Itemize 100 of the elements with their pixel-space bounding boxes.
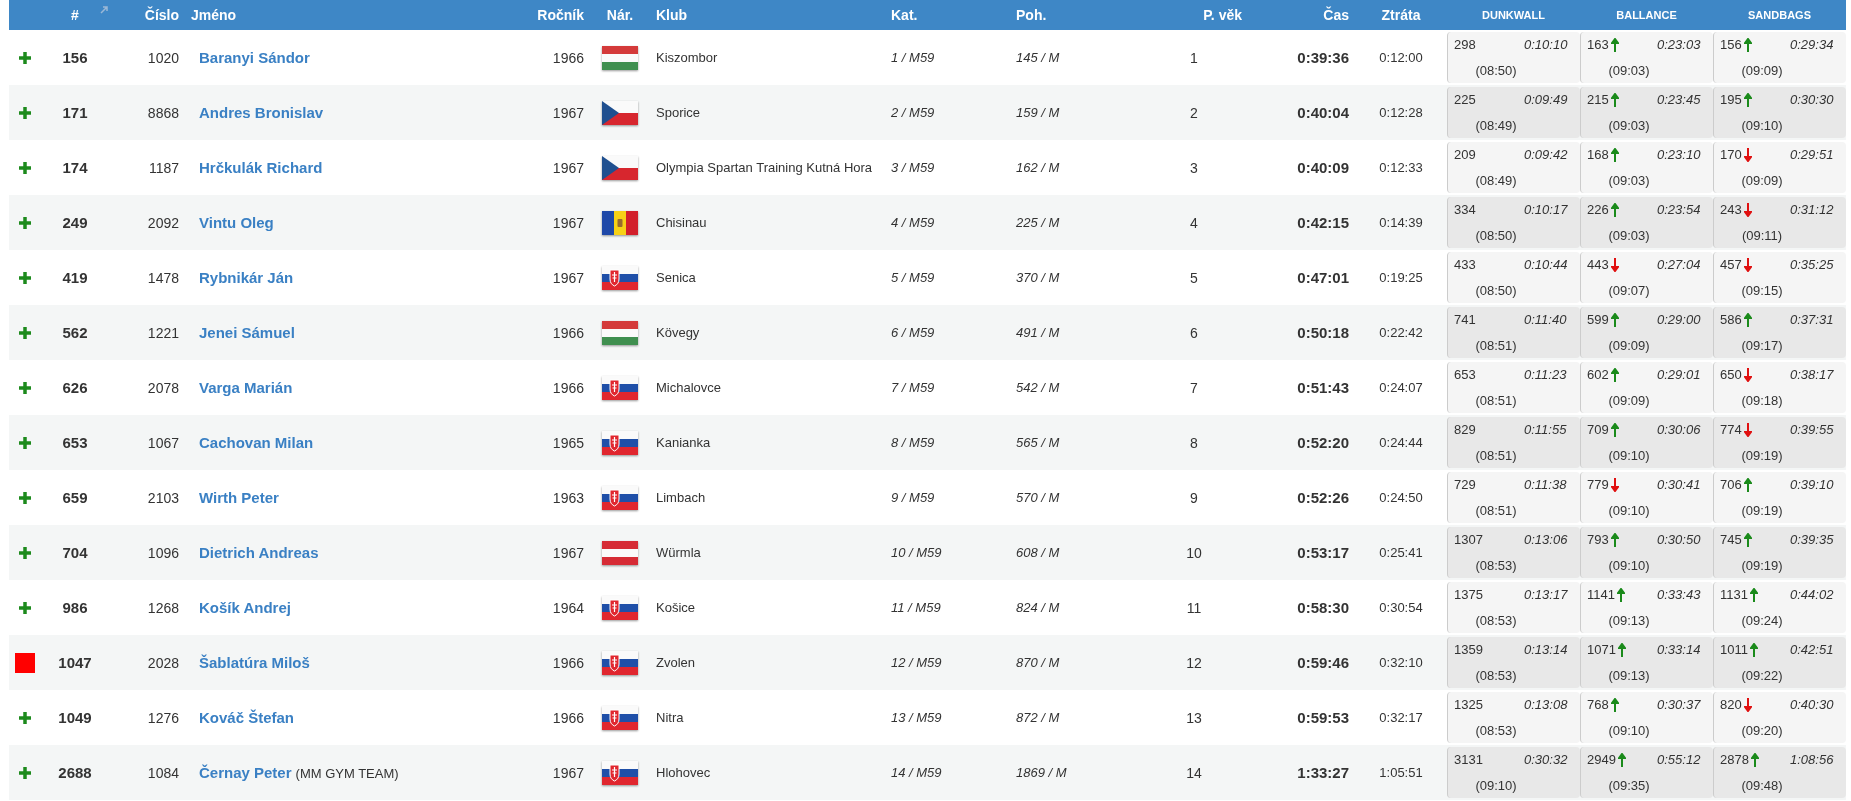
lap-time: (09:03) <box>1607 117 1651 133</box>
split-rank: 706 <box>1720 477 1742 493</box>
bib-number: 1268 <box>146 599 180 616</box>
rank-number: 659 <box>61 489 89 506</box>
column-header: Čas <box>1323 7 1349 23</box>
time-loss: 0:12:28 <box>1378 105 1424 120</box>
split-time: 0:30:50 <box>1656 532 1702 548</box>
birth-year: 1965 <box>551 434 585 451</box>
lap-time: (09:13) <box>1607 612 1651 628</box>
lap-time: (08:51) <box>1474 337 1518 353</box>
lap-time: (09:10) <box>1607 557 1651 573</box>
split-rank: 599 <box>1587 312 1609 328</box>
split-time: 0:11:38 <box>1523 477 1568 493</box>
category-rank: 10 / M59 <box>890 545 943 560</box>
lap-time: (09:03) <box>1607 227 1651 243</box>
name-link[interactable]: Vintu Oleg <box>199 214 274 231</box>
club-name: Kiszombor <box>655 50 719 65</box>
time-loss: 0:22:42 <box>1378 325 1424 340</box>
finish-time: 0:53:17 <box>1296 544 1350 561</box>
bib-number: 1096 <box>146 544 180 561</box>
lap-time: (09:19) <box>1740 502 1784 518</box>
column-header: Poh. <box>1016 7 1047 23</box>
name-link[interactable]: Černay Peter <box>199 764 292 781</box>
split-rank: 1375 <box>1454 587 1483 603</box>
rank-number: 249 <box>61 214 89 231</box>
category-rank: 3 / M59 <box>890 160 936 175</box>
age-rank: 2 <box>1189 104 1199 121</box>
team-name: (MM GYM TEAM) <box>295 766 399 781</box>
time-loss: 0:19:25 <box>1378 270 1424 285</box>
name-link[interactable]: Kováč Štefan <box>199 709 295 726</box>
name-link[interactable]: Varga Marián <box>199 379 293 396</box>
bib-number: 2078 <box>146 379 180 396</box>
split-time: 0:30:30 <box>1789 92 1835 108</box>
split-rank: 586 <box>1720 312 1742 328</box>
lap-time: (08:49) <box>1474 117 1518 133</box>
bib-number: 2092 <box>146 214 180 231</box>
name-link[interactable]: Hrčkulák Richard <box>199 159 323 176</box>
lap-time: (09:19) <box>1740 447 1784 463</box>
lap-time: (08:51) <box>1474 447 1518 463</box>
name-link[interactable]: Šablatúra Miloš <box>199 654 310 671</box>
bib-number: 1187 <box>147 159 180 176</box>
finish-time: 0:52:20 <box>1296 434 1350 451</box>
gender-rank: 542 / M <box>1015 380 1061 395</box>
name-link[interactable]: Wirth Peter <box>199 489 279 506</box>
split-time: 0:30:41 <box>1656 477 1702 493</box>
split-rank: 774 <box>1720 422 1742 438</box>
rank-number: 171 <box>61 104 89 121</box>
name-link[interactable]: Andres Bronislav <box>199 104 324 121</box>
lap-time: (09:10) <box>1607 447 1651 463</box>
split-time: 0:55:12 <box>1656 752 1702 768</box>
split-rank: 163 <box>1587 37 1609 53</box>
lap-time: (08:51) <box>1474 392 1518 408</box>
name-link[interactable]: Cachovan Milan <box>199 434 314 451</box>
birth-year: 1967 <box>551 269 585 286</box>
club-name: Hlohovec <box>655 765 712 780</box>
bib-number: 1067 <box>146 434 180 451</box>
bib-number: 8868 <box>146 104 180 121</box>
gender-rank: 570 / M <box>1015 490 1061 505</box>
age-rank: 14 <box>1185 764 1203 781</box>
gender-rank: 162 / M <box>1015 160 1061 175</box>
bib-number: 2103 <box>146 489 180 506</box>
name-link[interactable]: Dietrich Andreas <box>199 544 319 561</box>
time-loss: 0:24:44 <box>1378 435 1424 450</box>
split-rank: 820 <box>1720 697 1742 713</box>
split-rank: 779 <box>1587 477 1609 493</box>
lap-time: (09:17) <box>1740 337 1784 353</box>
category-rank: 13 / M59 <box>890 710 943 725</box>
lap-time: (09:18) <box>1740 392 1784 408</box>
category-rank: 8 / M59 <box>890 435 936 450</box>
lap-time: (09:19) <box>1740 557 1784 573</box>
split-rank: 209 <box>1454 147 1476 163</box>
rank-number: 419 <box>61 269 89 286</box>
birth-year: 1967 <box>551 214 585 231</box>
bib-number: 1221 <box>146 324 180 341</box>
split-rank: 168 <box>1587 147 1609 163</box>
split-time: 0:33:43 <box>1656 587 1702 603</box>
split-rank: 650 <box>1720 367 1742 383</box>
split-time: 0:29:34 <box>1789 37 1835 53</box>
club-name: Zvolen <box>655 655 697 670</box>
gender-rank: 565 / M <box>1015 435 1061 450</box>
birth-year: 1967 <box>551 159 585 176</box>
split-time: 0:40:30 <box>1789 697 1835 713</box>
name-link[interactable]: Košík Andrej <box>199 599 291 616</box>
finish-time: 0:52:26 <box>1296 489 1350 506</box>
age-rank: 12 <box>1185 654 1203 671</box>
name-link[interactable]: Baranyi Sándor <box>199 49 310 66</box>
lap-time: (08:50) <box>1474 282 1518 298</box>
name-link[interactable]: Jenei Sámuel <box>199 324 295 341</box>
rank-number: 156 <box>61 49 89 66</box>
split-time: 0:37:31 <box>1789 312 1835 328</box>
finish-time: 0:59:53 <box>1296 709 1350 726</box>
split-time: 0:11:55 <box>1523 422 1568 438</box>
name-link[interactable]: Rybnikár Ján <box>199 269 294 286</box>
split-time: 0:13:06 <box>1523 532 1569 548</box>
sort-icon <box>100 6 108 14</box>
category-rank: 7 / M59 <box>890 380 936 395</box>
split-rank: 1307 <box>1454 532 1483 548</box>
lap-time: (09:09) <box>1740 172 1784 188</box>
club-name: Košice <box>655 600 697 615</box>
split-rank: 1071 <box>1587 642 1616 658</box>
